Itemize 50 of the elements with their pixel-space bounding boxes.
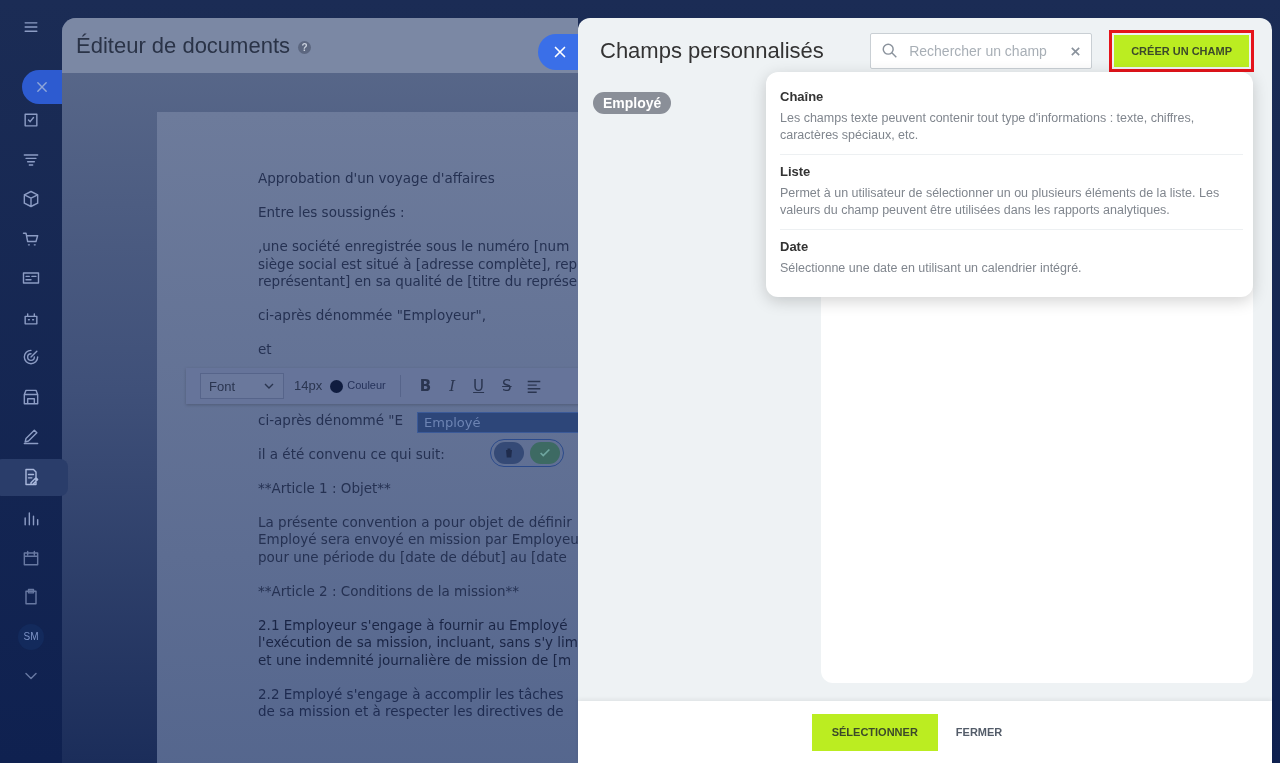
select-button[interactable]: SÉLECTIONNER <box>811 713 938 751</box>
menu-item[interactable]: Date Sélectionne une date en utilisant un calendrier intégré. <box>780 229 1243 287</box>
field-tag[interactable]: Employé <box>593 92 672 114</box>
document-text: ,une société enregistrée sous le numéro [num siège social est situé à [adresse complète], rep représentant] en sa qualité de [titre du représe <box>258 238 578 289</box>
document-text: 2.2 Employé s'engage à accomplir les tâches de sa mission et à respecter les directives de <box>258 685 564 719</box>
create-field-button[interactable]: CRÉER UN CHAMP <box>1114 35 1249 67</box>
close-button[interactable] <box>538 34 578 70</box>
close-button[interactable] <box>22 69 62 104</box>
search-icon <box>881 42 900 60</box>
color-swatch[interactable] <box>330 379 344 393</box>
menu-item-title: Chaîne <box>780 89 825 104</box>
document-text: ci-après dénommé "E <box>258 411 404 428</box>
search-field[interactable]: Rechercher un champ <box>870 33 1093 69</box>
color-label[interactable]: Couleur <box>347 377 386 395</box>
document-text: Approbation d'un voyage d'affaires <box>258 170 495 186</box>
close-link[interactable]: FERMER <box>949 725 1009 739</box>
menu-item-description: Permet à un utilisateur de sélectionner un ou plusieurs éléments de la liste. Les valeurs du champ peuvent être utilisées dans les rapports analytiques. <box>780 185 1221 219</box>
menu-item-title: Date <box>780 239 810 254</box>
document-text: Entre les soussignés : <box>258 204 405 220</box>
document-text: ci-après dénommée "Employeur", <box>258 307 487 323</box>
clear-icon[interactable] <box>1070 45 1082 57</box>
target-icon <box>21 347 41 367</box>
checkbox-icon <box>21 110 41 130</box>
menu-item-title: Liste <box>780 164 812 179</box>
document-text: il a été convenu ce qui suit: <box>258 445 445 462</box>
font-size[interactable]: 14px <box>294 377 323 395</box>
font-select[interactable]: Font <box>200 373 284 399</box>
delete-button[interactable] <box>494 441 524 464</box>
panel-title: Champs personnalisés <box>600 38 825 64</box>
sidebar-item[interactable] <box>0 458 68 496</box>
menu-item-description: Les champs texte peuvent contenir tout type d'informations : texte, chiffres, caractères spéciaux, etc. <box>780 110 1196 144</box>
menu-item[interactable]: Chaîne Les champs texte peuvent contenir tout type d'informations : texte, chiffres, caractères spéciaux, etc. <box>780 80 1243 154</box>
format-button[interactable]: I <box>444 377 461 395</box>
document-text: 2.1 Employeur s'engage à fournir au Employé l'exécution de sa mission, incluant, sans s'y lim et une indemnité journalière de mission de [m <box>258 616 578 668</box>
box-icon <box>21 189 41 209</box>
format-button[interactable]: S <box>497 377 517 395</box>
document-text: La présente convention a pour objet de définir Employé sera envoyé en mission par Employeu pour une période du [date de début] au [date <box>258 513 578 565</box>
document-text: **Article 1 : Objet** <box>258 479 391 496</box>
document-text: et <box>258 341 272 357</box>
trash-icon <box>503 446 515 459</box>
field-chip[interactable]: Employé <box>417 411 578 433</box>
document-text: **Article 2 : Conditions de la mission** <box>258 582 520 599</box>
format-button[interactable]: B <box>414 377 437 395</box>
format-button[interactable]: U <box>468 377 490 395</box>
sidebar-item[interactable]: SM <box>18 623 44 650</box>
help-icon[interactable]: ? <box>298 41 312 54</box>
menu-item-description: Sélectionne une date en utilisant un calendrier intégré. <box>780 260 1083 277</box>
pen-icon <box>21 426 41 446</box>
menu-item[interactable]: Liste Permet à un utilisateur de sélectionner un ou plusieurs éléments de la liste. Les valeurs du champ peuvent être utilisées dans les rapports analytiques. <box>780 154 1243 229</box>
window-title: Éditeur de documents <box>76 32 291 59</box>
